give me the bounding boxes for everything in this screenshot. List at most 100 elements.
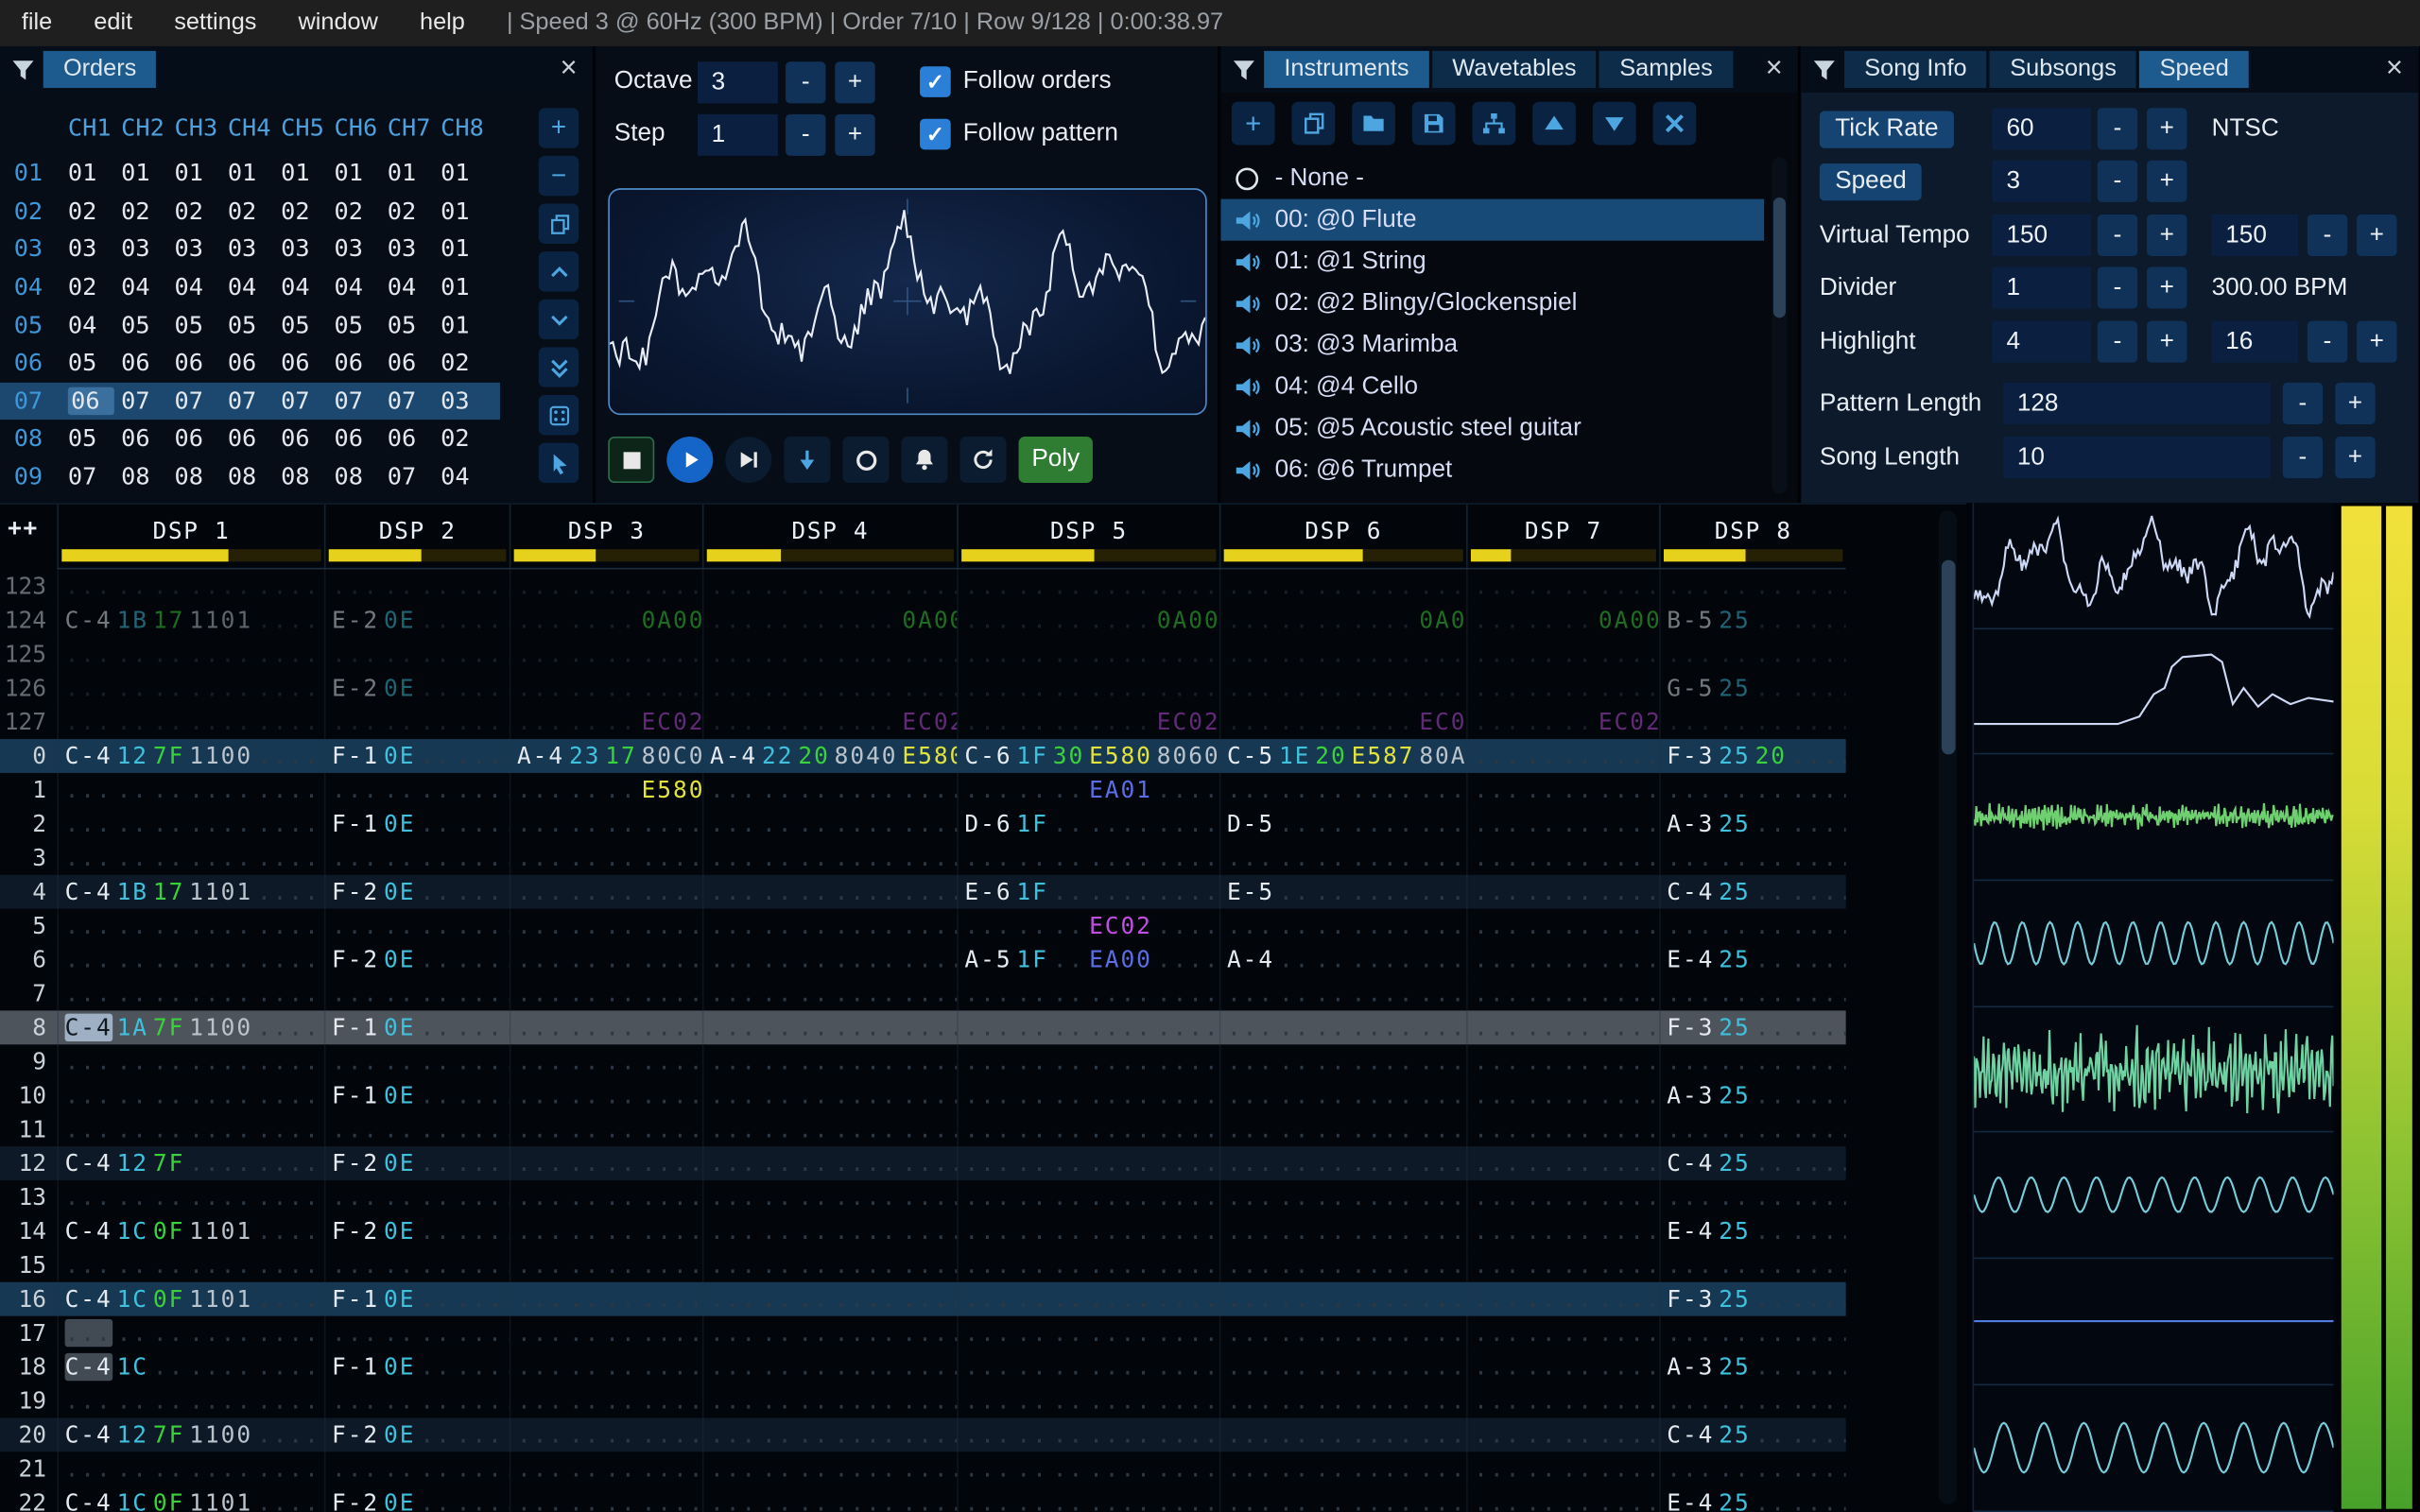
pattern-cell[interactable]: C-4 1B 17 1101.... bbox=[57, 603, 323, 638]
pattern-cell[interactable]: ............... bbox=[57, 1179, 323, 1214]
remove-order-button[interactable]: − bbox=[538, 155, 579, 197]
pattern-cell[interactable]: ........... bbox=[323, 976, 510, 1011]
repeat-pattern-button[interactable] bbox=[959, 437, 1007, 484]
order-cell[interactable]: 07 bbox=[121, 387, 174, 415]
virtual-tempo-numerator-input[interactable]: 150 bbox=[1992, 214, 2092, 257]
randomize-order-button[interactable] bbox=[538, 394, 579, 436]
pattern-cell[interactable]: ............... bbox=[1219, 1179, 1466, 1214]
order-row[interactable]: 09 07 08 08 08 08 08 07 04 bbox=[0, 457, 500, 495]
pattern-cell[interactable]: ........... bbox=[509, 569, 702, 604]
order-cell[interactable]: 03 bbox=[388, 235, 441, 263]
order-cell[interactable]: 06 bbox=[67, 387, 114, 415]
pattern-length-plus-button[interactable]: + bbox=[2335, 382, 2376, 424]
pattern-cell[interactable]: F-20E...... bbox=[323, 1213, 510, 1248]
order-cell[interactable]: 06 bbox=[174, 349, 227, 376]
pattern-cell[interactable]: C-4 12 7F........ bbox=[57, 1146, 323, 1180]
pattern-cell[interactable]: ............... bbox=[701, 942, 957, 977]
pattern-cell[interactable]: ............... bbox=[701, 671, 957, 706]
pattern-cell[interactable]: ............... bbox=[701, 1112, 957, 1147]
pattern-cell[interactable]: ........... bbox=[323, 1383, 510, 1418]
order-cell[interactable]: 05 bbox=[68, 425, 121, 453]
pattern-cell[interactable]: ........... bbox=[1659, 1383, 1846, 1418]
order-cell[interactable]: 08 bbox=[174, 463, 227, 490]
channel-header[interactable]: DSP 1 bbox=[57, 504, 323, 568]
pattern-row[interactable]: 0 C-4127F1100....F-10E......A-4231780C0A-… bbox=[0, 739, 1846, 773]
pattern-cell[interactable]: ............... bbox=[701, 1213, 957, 1248]
pattern-cell[interactable]: ............... bbox=[957, 1418, 1219, 1452]
menu-help[interactable]: help bbox=[420, 9, 465, 37]
order-cell[interactable]: 06 bbox=[388, 349, 441, 376]
pattern-cell[interactable]: E-5............ bbox=[1219, 874, 1466, 909]
pattern-cell[interactable]: ....... 0A00 bbox=[509, 603, 702, 638]
pattern-row[interactable]: 125.....................................… bbox=[0, 637, 1846, 672]
pattern-cell[interactable]: ........... bbox=[509, 1044, 702, 1079]
pattern-cell[interactable]: C-4 1C 0F 1101.... bbox=[57, 1281, 323, 1316]
pattern-cell[interactable]: ............... bbox=[1219, 908, 1466, 943]
pattern-row[interactable]: 124C-41B171101....E-20E.............0A00… bbox=[0, 603, 1846, 638]
order-cell[interactable]: 07 bbox=[281, 387, 334, 415]
speed-plus-button[interactable]: + bbox=[2147, 160, 2187, 202]
pattern-cell[interactable]: ........... bbox=[323, 1179, 510, 1214]
pattern-cell[interactable]: ........... bbox=[1466, 637, 1659, 672]
channel-header[interactable]: DSP 4 bbox=[701, 504, 957, 568]
octave-plus-button[interactable]: + bbox=[835, 61, 875, 104]
pattern-cell[interactable]: F-20E...... bbox=[323, 1418, 510, 1452]
virtual-tempo-den-minus-button[interactable]: - bbox=[2307, 214, 2348, 257]
order-cell[interactable]: 06 bbox=[281, 425, 334, 453]
order-cell[interactable]: 03 bbox=[121, 235, 174, 263]
panel-menu-icon[interactable] bbox=[9, 56, 37, 83]
pattern-cell[interactable]: ............... bbox=[701, 976, 957, 1011]
order-cell[interactable]: 02 bbox=[388, 198, 441, 225]
pattern-cell[interactable]: A-325...... bbox=[1659, 1349, 1846, 1384]
pattern-cell[interactable]: ........... bbox=[323, 1247, 510, 1282]
step-plus-button[interactable]: + bbox=[835, 113, 875, 156]
pattern-cell[interactable]: ............... bbox=[57, 976, 323, 1011]
pattern-cell[interactable]: ........... bbox=[1466, 840, 1659, 875]
pattern-cell[interactable]: C-4 12 7F 1100.... bbox=[57, 1418, 323, 1452]
virtual-tempo-denominator-input[interactable]: 150 bbox=[2211, 214, 2299, 257]
pattern-cell[interactable]: F-10E...... bbox=[323, 1349, 510, 1384]
step-minus-button[interactable]: - bbox=[786, 113, 826, 156]
pattern-cell[interactable]: ....... EC02.... bbox=[957, 908, 1219, 943]
tick-rate-minus-button[interactable]: - bbox=[2097, 108, 2138, 150]
tab-orders[interactable]: Orders bbox=[43, 50, 157, 89]
pattern-row[interactable]: 17......................................… bbox=[0, 1315, 1846, 1350]
pattern-cell[interactable]: ............... bbox=[957, 1486, 1219, 1512]
pattern-row[interactable]: 12 C-4 12 7F........ F-2 0E..................… bbox=[0, 1146, 1846, 1180]
pattern-cell[interactable]: ............... bbox=[957, 1281, 1219, 1316]
pattern-cell[interactable]: ............... bbox=[701, 874, 957, 909]
pattern-cell[interactable]: ............... bbox=[957, 1078, 1219, 1113]
order-cell[interactable]: 06 bbox=[228, 425, 281, 453]
pattern-cell[interactable]: ............... bbox=[57, 942, 323, 977]
order-row[interactable]: 02 02 02 02 02 02 02 02 01 bbox=[0, 192, 500, 230]
menu-window[interactable]: window bbox=[299, 9, 378, 37]
move-instrument-down-button[interactable] bbox=[1592, 101, 1636, 146]
order-cell[interactable]: 02 bbox=[174, 198, 227, 225]
pattern-cell[interactable]: ............... bbox=[957, 1010, 1219, 1045]
close-icon[interactable]: × bbox=[1759, 51, 1789, 88]
pattern-row[interactable]: 15......................................… bbox=[0, 1247, 1846, 1282]
song-length-minus-button[interactable]: - bbox=[2282, 437, 2324, 479]
pattern-cell[interactable]: C-425...... bbox=[1659, 1418, 1846, 1452]
pattern-cell[interactable]: ........... bbox=[1466, 1452, 1659, 1486]
tick-rate-mode-button[interactable]: Tick Rate bbox=[1819, 110, 1954, 147]
pattern-cell[interactable]: ............... bbox=[957, 637, 1219, 672]
pattern-cell[interactable]: ........... bbox=[509, 1112, 702, 1147]
pattern-cell[interactable]: ............... bbox=[1219, 1247, 1466, 1282]
pattern-cell[interactable]: ............... bbox=[701, 1486, 957, 1512]
order-cell[interactable]: 07 bbox=[334, 387, 387, 415]
pattern-cell[interactable]: E-425...... bbox=[1659, 1213, 1846, 1248]
pattern-row[interactable]: 5.......................................… bbox=[0, 908, 1846, 943]
pattern-row[interactable]: 123.....................................… bbox=[0, 569, 1846, 604]
order-cell[interactable]: 01 bbox=[121, 160, 174, 187]
pattern-cell[interactable]: ........... bbox=[1659, 637, 1846, 672]
follow-pattern-checkbox[interactable]: ✓ bbox=[920, 118, 951, 150]
pattern-cell[interactable]: D-5............ bbox=[1219, 806, 1466, 841]
order-cell[interactable]: 01 bbox=[281, 160, 334, 187]
order-cell[interactable]: 01 bbox=[441, 273, 493, 301]
pattern-cell[interactable]: ........... bbox=[509, 942, 702, 977]
tab-wavetables[interactable]: Wavetables bbox=[1432, 50, 1597, 89]
pattern-cell[interactable]: ............... bbox=[57, 637, 323, 672]
highlight-a-minus-button[interactable]: - bbox=[2097, 320, 2138, 363]
pattern-cell[interactable]: ............... bbox=[701, 1044, 957, 1079]
